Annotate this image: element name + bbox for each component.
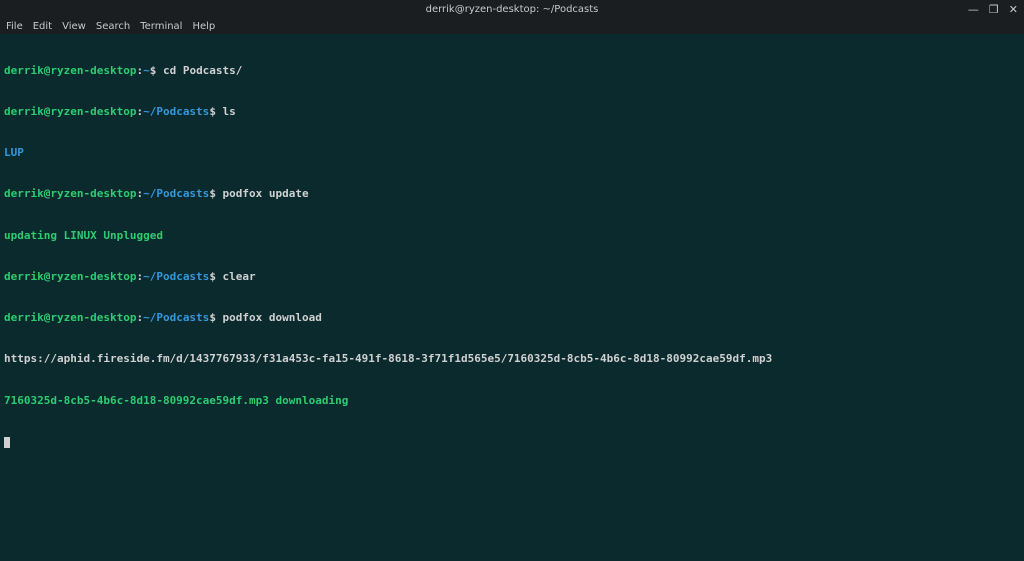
- window-controls: — ❐ ✕: [968, 0, 1018, 18]
- minimize-button[interactable]: —: [968, 4, 979, 15]
- prompt-user-host: derrik@ryzen-desktop: [4, 311, 136, 324]
- prompt-path: ~: [143, 64, 150, 77]
- window-title: derrik@ryzen-desktop: ~/Podcasts: [426, 4, 599, 15]
- command-text: podfox update: [216, 187, 309, 200]
- terminal-output-area[interactable]: derrik@ryzen-desktop:~$ cd Podcasts/ der…: [0, 34, 1024, 464]
- command-text: podfox download: [216, 311, 322, 324]
- terminal-output-line: 7160325d-8cb5-4b6c-8d18-80992cae59df.mp3…: [4, 394, 1020, 408]
- command-text: cd Podcasts/: [156, 64, 242, 77]
- maximize-button[interactable]: ❐: [989, 4, 999, 15]
- prompt-path: ~/Podcasts: [143, 187, 209, 200]
- prompt-user-host: derrik@ryzen-desktop: [4, 270, 136, 283]
- menubar: File Edit View Search Terminal Help: [0, 18, 1024, 34]
- command-text: ls: [216, 105, 236, 118]
- terminal-output-line: LUP: [4, 146, 1020, 160]
- menu-file[interactable]: File: [6, 21, 23, 32]
- terminal-line: derrik@ryzen-desktop:~/Podcasts$ clear: [4, 270, 1020, 284]
- prompt-user-host: derrik@ryzen-desktop: [4, 187, 136, 200]
- menu-help[interactable]: Help: [192, 21, 215, 32]
- menu-edit[interactable]: Edit: [33, 21, 52, 32]
- prompt-symbol: $: [209, 187, 216, 200]
- prompt-symbol: $: [209, 311, 216, 324]
- cursor-icon: [4, 437, 10, 448]
- prompt-symbol: $: [209, 270, 216, 283]
- prompt-symbol: $: [209, 105, 216, 118]
- prompt-user-host: derrik@ryzen-desktop: [4, 64, 136, 77]
- terminal-cursor-line: [4, 435, 1020, 449]
- terminal-line: derrik@ryzen-desktop:~$ cd Podcasts/: [4, 64, 1020, 78]
- terminal-line: derrik@ryzen-desktop:~/Podcasts$ podfox …: [4, 187, 1020, 201]
- menu-terminal[interactable]: Terminal: [140, 21, 182, 32]
- prompt-user-host: derrik@ryzen-desktop: [4, 105, 136, 118]
- command-text: clear: [216, 270, 256, 283]
- prompt-path: ~/Podcasts: [143, 270, 209, 283]
- terminal-line: derrik@ryzen-desktop:~/Podcasts$ ls: [4, 105, 1020, 119]
- terminal-line: derrik@ryzen-desktop:~/Podcasts$ podfox …: [4, 311, 1020, 325]
- window-titlebar: derrik@ryzen-desktop: ~/Podcasts — ❐ ✕: [0, 0, 1024, 18]
- menu-search[interactable]: Search: [96, 21, 130, 32]
- menu-view[interactable]: View: [62, 21, 86, 32]
- close-button[interactable]: ✕: [1009, 4, 1018, 15]
- terminal-output-line: updating LINUX Unplugged: [4, 229, 1020, 243]
- prompt-path: ~/Podcasts: [143, 105, 209, 118]
- prompt-path: ~/Podcasts: [143, 311, 209, 324]
- terminal-output-line: https://aphid.fireside.fm/d/1437767933/f…: [4, 352, 1020, 366]
